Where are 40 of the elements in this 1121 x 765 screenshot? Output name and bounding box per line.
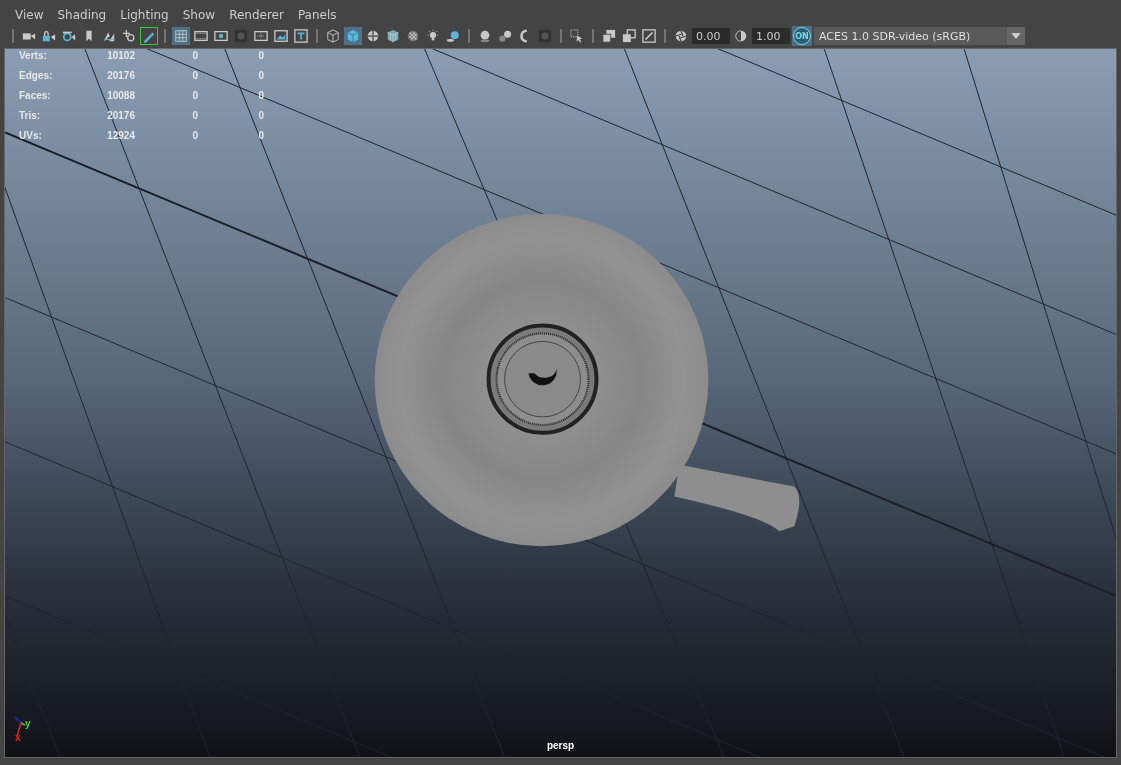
overlapping-squares-icon[interactable] (620, 27, 638, 45)
stat-value: 20176 (106, 69, 135, 83)
stat-label: Edges: (19, 69, 54, 83)
stat-value: 0 (257, 49, 264, 63)
wireframe-cube-icon[interactable] (324, 27, 342, 45)
menu-item[interactable]: Show (175, 8, 223, 22)
stat-value: 0 (257, 109, 264, 123)
axis-label: x (15, 733, 21, 743)
stat-value: 0 (191, 49, 198, 63)
view-transform-dropdown[interactable]: ACES 1.0 SDR-video (sRGB) (814, 27, 1025, 45)
caret-icon (1011, 33, 1021, 39)
stat-label: Tris: (19, 109, 42, 123)
stat-value: 0 (191, 89, 198, 103)
stat-value: 10088 (106, 89, 135, 103)
pencil-icon[interactable] (140, 27, 158, 45)
number-field[interactable]: 1.00 (752, 28, 790, 44)
safe-title-icon[interactable] (292, 27, 310, 45)
isolate-squares-icon[interactable] (600, 27, 618, 45)
axis-gizmo-icon (14, 716, 26, 737)
menu-item[interactable]: Lighting (113, 8, 176, 22)
toggle-button[interactable]: ON (792, 26, 812, 46)
number-field[interactable]: 0.00 (692, 28, 730, 44)
stat-label: Verts: (19, 49, 48, 63)
axis-label: y (25, 719, 31, 729)
menu-item[interactable]: Panels (290, 8, 344, 22)
camera-label: persp (546, 740, 575, 751)
menu-item[interactable]: Shading (50, 8, 114, 22)
stat-value: 0 (257, 89, 264, 103)
safe-action-icon[interactable] (272, 27, 290, 45)
menu-item[interactable]: Renderer (222, 8, 291, 22)
stat-value: 0 (191, 129, 198, 143)
stat-value: 0 (257, 69, 264, 83)
stat-value: 0 (257, 129, 264, 143)
stat-label: UVs: (19, 129, 43, 143)
menu-item[interactable]: View (8, 8, 51, 22)
image-icon[interactable] (640, 27, 658, 45)
stat-value: 10102 (106, 49, 135, 63)
stat-value: 0 (191, 109, 198, 123)
stat-value: 0 (191, 69, 198, 83)
stat-label: Faces: (19, 89, 52, 103)
